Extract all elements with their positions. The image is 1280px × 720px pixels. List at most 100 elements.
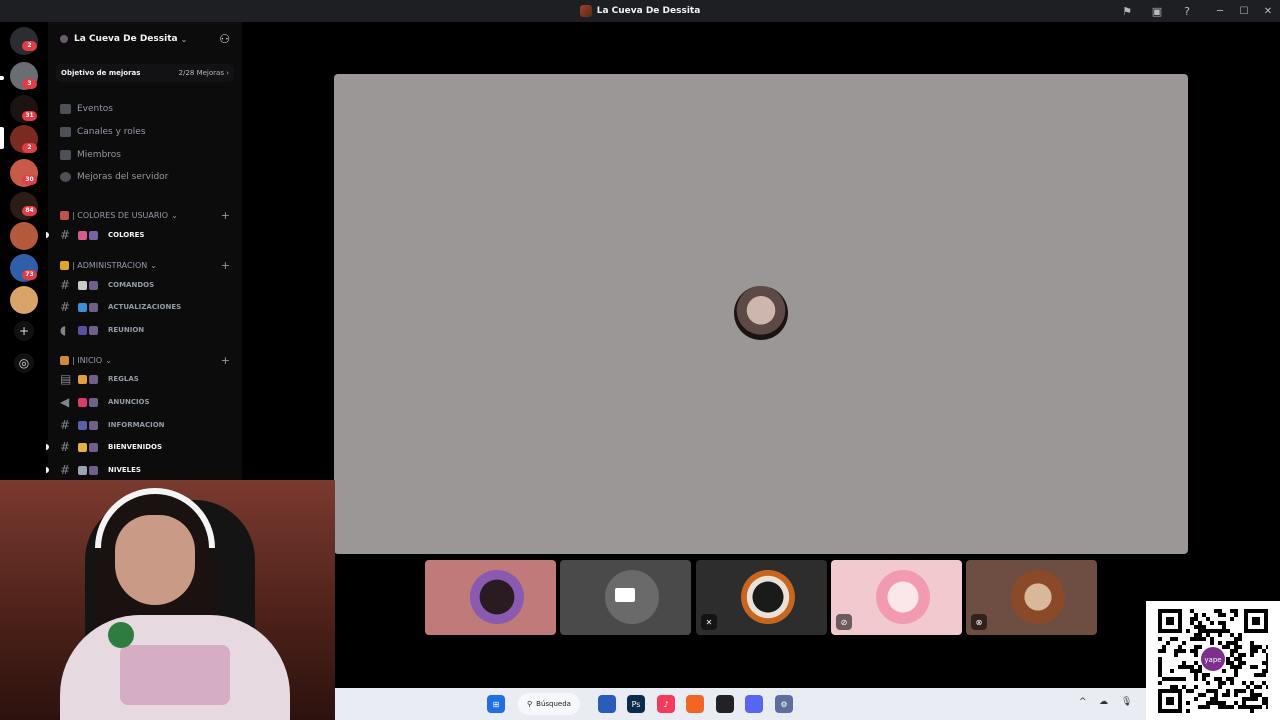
qr-module: [1190, 669, 1194, 673]
boost-goal-value: 2/28 Mejoras ›: [178, 69, 229, 77]
qr-module: [1266, 669, 1268, 673]
qr-module: [1266, 665, 1268, 669]
selected-pip: [0, 127, 4, 149]
add-channel-icon[interactable]: +: [221, 354, 230, 367]
qr-module: [1178, 665, 1182, 669]
participant-avatar: [741, 570, 795, 624]
qr-module: [1202, 673, 1206, 677]
channel-colores[interactable]: # COLORES: [46, 226, 236, 244]
microphone-icon[interactable]: 🎙: [1121, 697, 1132, 707]
channel-comandos[interactable]: # COMANDOS: [60, 276, 236, 294]
inbox-flag-icon[interactable]: ⚑: [1112, 0, 1142, 22]
qr-module: [1250, 665, 1254, 669]
nav-events[interactable]: Eventos: [60, 100, 113, 118]
qr-module: [1214, 609, 1218, 613]
add-channel-icon[interactable]: +: [221, 259, 230, 272]
channels-icon: [60, 127, 71, 137]
maximize-button[interactable]: ☐: [1232, 0, 1256, 22]
qr-module: [1186, 709, 1190, 713]
settings-icon[interactable]: ⚙: [775, 695, 793, 713]
mention-badge: 73: [22, 270, 37, 280]
qr-module: [1254, 697, 1258, 701]
focused-participant-tile[interactable]: [334, 74, 1188, 554]
windows-start-icon[interactable]: ⊞: [487, 695, 505, 713]
boost-goal-bar[interactable]: Objetivo de mejoras 2/28 Mejoras ›: [56, 64, 234, 82]
inbox-icon[interactable]: ▣: [1142, 0, 1172, 22]
qr-module: [1250, 705, 1254, 709]
close-button[interactable]: ✕: [1256, 0, 1280, 22]
channel-actualizaciones[interactable]: # ACTUALIZACIONES: [60, 298, 236, 316]
text-channel-icon: #: [60, 440, 71, 454]
qr-module: [1162, 645, 1166, 649]
qr-module: [1194, 645, 1198, 649]
server-icon[interactable]: [10, 286, 38, 314]
channel-informacion[interactable]: # INFORMACION: [60, 416, 236, 434]
channel-emoji-icon: [78, 230, 102, 240]
category-colores[interactable]: | COLORES DE USUARIO ⌄ +: [60, 208, 230, 222]
qr-module: [1206, 689, 1210, 693]
mention-badge: 2: [22, 41, 37, 51]
participant-tile[interactable]: ✕: [696, 560, 827, 635]
unread-pip: [0, 76, 4, 80]
category-administracion[interactable]: | ADMINISTRACION ⌄ +: [60, 258, 230, 272]
qr-module: [1246, 697, 1250, 701]
server-header[interactable]: La Cueva De Dessita ⌄ ⚇: [48, 22, 242, 56]
add-channel-icon[interactable]: +: [221, 209, 230, 222]
discover-servers-button[interactable]: ◎: [14, 353, 34, 373]
qr-module: [1258, 693, 1262, 697]
qr-module: [1226, 705, 1230, 709]
participant-tile[interactable]: [560, 560, 691, 635]
qr-module: [1206, 705, 1210, 709]
unread-indicator: [46, 467, 49, 473]
category-inicio[interactable]: | INICIO ⌄ +: [60, 353, 230, 367]
channel-emoji-icon: [78, 420, 102, 430]
participant-tile[interactable]: ⊘: [831, 560, 962, 635]
discord-icon[interactable]: [745, 695, 763, 713]
channel-emoji-icon: [78, 325, 102, 335]
qr-module: [1210, 641, 1214, 645]
qr-module: [1234, 645, 1238, 649]
participant-tile[interactable]: [425, 560, 556, 635]
nav-events-label: Eventos: [77, 104, 113, 114]
minimize-button[interactable]: ─: [1208, 0, 1232, 22]
invite-people-icon[interactable]: ⚇: [219, 32, 230, 46]
qr-module: [1182, 661, 1186, 665]
category-name: | INICIO: [72, 355, 103, 365]
add-server-button[interactable]: +: [14, 321, 34, 341]
qr-module: [1186, 689, 1190, 693]
nav-members[interactable]: Miembros: [60, 146, 121, 164]
qr-module: [1258, 705, 1262, 709]
qr-module: [1250, 689, 1254, 693]
participant-tile[interactable]: ⊗: [966, 560, 1097, 635]
mention-badge: 84: [22, 206, 37, 216]
brave-browser-icon[interactable]: [686, 695, 704, 713]
qr-module: [1230, 633, 1234, 637]
channel-bienvenidos[interactable]: # BIENVENIDOS: [46, 438, 236, 456]
qr-module: [1226, 689, 1230, 693]
titlebar-actions: ⚑ ▣ ? ─ ☐ ✕: [1112, 0, 1280, 22]
nav-server-boosts[interactable]: Mejoras del servidor: [60, 168, 168, 186]
qr-module: [1258, 645, 1262, 649]
channel-reunion[interactable]: ◖ REUNION: [60, 321, 236, 339]
qr-module: [1218, 705, 1222, 709]
qr-module: [1206, 701, 1210, 705]
photoshop-icon[interactable]: Ps: [627, 695, 645, 713]
qr-module: [1266, 657, 1268, 661]
help-icon[interactable]: ?: [1172, 0, 1202, 22]
channel-niveles[interactable]: # NIVELES: [46, 461, 236, 479]
nav-channels-roles[interactable]: Canales y roles: [60, 123, 146, 141]
file-explorer-icon[interactable]: [598, 695, 616, 713]
onedrive-icon[interactable]: ☁: [1099, 697, 1108, 707]
qr-module: [1158, 649, 1162, 653]
qr-module: [1238, 657, 1242, 661]
tray-overflow-icon[interactable]: ^: [1079, 697, 1087, 707]
server-avatar: [60, 35, 68, 43]
channel-reglas[interactable]: ▤ REGLAS: [60, 370, 236, 388]
qr-caption: yape: [1204, 656, 1221, 664]
taskbar-search[interactable]: ⚲ Búsqueda: [518, 693, 580, 715]
music-app-icon[interactable]: ♪: [657, 695, 675, 713]
channel-anuncios[interactable]: ◀ ANUNCIOS: [60, 393, 236, 411]
obs-icon[interactable]: [716, 695, 734, 713]
text-channel-icon: #: [60, 228, 71, 242]
server-icon[interactable]: [10, 222, 38, 250]
